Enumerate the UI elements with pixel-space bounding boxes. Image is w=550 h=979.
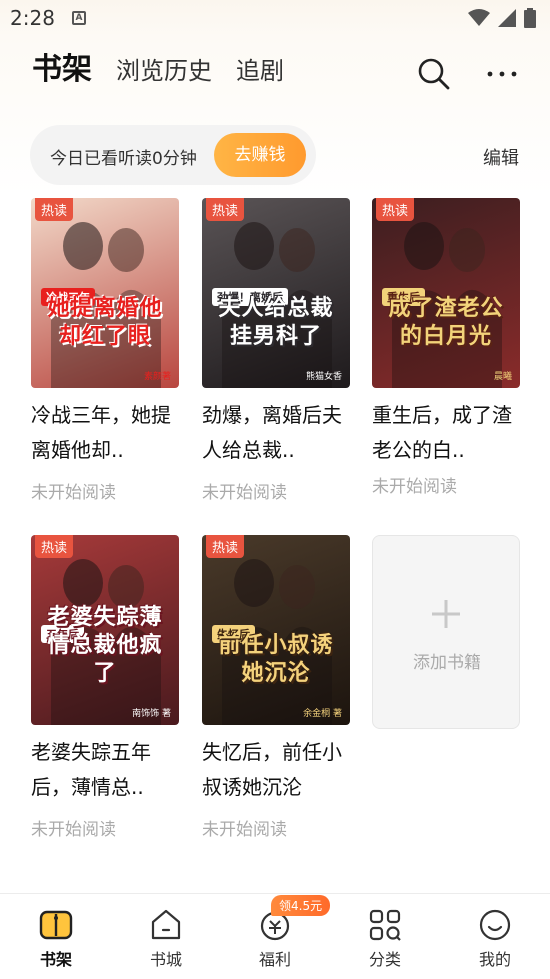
reading-status: 未开始阅读 xyxy=(372,477,457,497)
profile-icon xyxy=(479,909,511,941)
bookshelf-icon xyxy=(39,910,73,940)
book-cover[interactable]: 热读 五年后 老婆失踪薄情总裁他疯了 南饰饰 著 xyxy=(31,535,179,725)
search-icon[interactable] xyxy=(416,56,452,92)
book-cover[interactable]: 热读 冷战三年 她提离婚他却红了眼 素颜著 xyxy=(31,198,179,388)
reading-status: 未开始阅读 xyxy=(202,483,287,503)
nav-category[interactable]: 分类 xyxy=(355,908,415,970)
more-icon[interactable] xyxy=(484,56,520,92)
book-title[interactable]: 老婆失踪五年后，薄情总.. xyxy=(31,735,181,807)
notification-icon: A xyxy=(72,11,86,25)
nav-bookshelf[interactable]: 书架 xyxy=(26,908,86,970)
hot-badge: 热读 xyxy=(206,198,245,221)
add-book-button[interactable]: 添加书籍 xyxy=(372,535,520,729)
nav-label-bookshelf: 书架 xyxy=(39,950,72,969)
status-time: 2:28 xyxy=(10,6,55,30)
book-title[interactable]: 冷战三年，她提离婚他却.. xyxy=(31,398,181,470)
bookstore-icon xyxy=(151,909,181,940)
nav-label-bookstore: 书城 xyxy=(149,950,182,969)
reading-status: 未开始阅读 xyxy=(202,820,287,840)
reading-time-text: 今日已看听读0分钟 xyxy=(50,149,197,169)
reading-time-bar: 今日已看听读0分钟 去赚钱 xyxy=(30,125,316,185)
cover-author: 余金桐 著 xyxy=(303,709,342,719)
status-bar: 2:28 A xyxy=(0,0,550,36)
reading-status: 未开始阅读 xyxy=(31,483,116,503)
wifi-icon xyxy=(468,9,490,26)
hot-badge: 热读 xyxy=(35,198,74,221)
plus-icon xyxy=(432,600,460,628)
header-tabs: 书架 浏览历史 追剧 xyxy=(32,44,308,88)
edit-button[interactable]: 编辑 xyxy=(483,144,519,170)
nav-label-category: 分类 xyxy=(368,950,401,969)
cover-title: 前任小叔诱她沉沦 xyxy=(218,632,334,686)
tab-drama[interactable]: 追剧 xyxy=(236,51,284,86)
cover-title: 老婆失踪薄情总裁他疯了 xyxy=(47,604,163,686)
reading-status: 未开始阅读 xyxy=(31,820,116,840)
tab-bookshelf[interactable]: 书架 xyxy=(32,44,92,88)
nav-bookstore[interactable]: 书城 xyxy=(136,908,196,970)
tab-history[interactable]: 浏览历史 xyxy=(116,51,212,86)
earn-money-button[interactable]: 去赚钱 xyxy=(214,133,306,177)
book-cover[interactable]: 热读 失忆后 前任小叔诱她沉沦 余金桐 著 xyxy=(202,535,350,725)
battery-icon xyxy=(524,8,536,28)
hot-badge: 热读 xyxy=(376,198,415,221)
book-cover[interactable]: 热读 重生后 成了渣老公的白月光 晨曦 xyxy=(372,198,520,388)
nav-welfare[interactable]: 福利 xyxy=(245,908,305,970)
cover-author: 熊猫女香 xyxy=(305,372,342,382)
cover-title: 夫人给总裁挂男科了 xyxy=(218,295,334,349)
book-title[interactable]: 劲爆，离婚后夫人给总裁.. xyxy=(202,398,352,470)
signal-icon xyxy=(498,9,516,27)
cover-author: 素颜著 xyxy=(143,372,171,382)
book-title[interactable]: 重生后，成了渣老公的白.. xyxy=(372,398,522,470)
cover-author: 南饰饰 著 xyxy=(132,709,171,719)
status-indicators xyxy=(468,8,536,28)
cover-title: 她提离婚他却红了眼 xyxy=(47,295,163,349)
cover-title: 成了渣老公的白月光 xyxy=(388,295,504,349)
hot-badge: 热读 xyxy=(206,535,245,558)
category-icon xyxy=(369,909,401,941)
nav-profile[interactable]: 我的 xyxy=(465,908,525,970)
book-cover[interactable]: 热读 劲爆！离婚后 夫人给总裁挂男科了 熊猫女香 xyxy=(202,198,350,388)
welfare-reward-badge[interactable]: 领4.5元 xyxy=(271,895,331,916)
nav-label-profile: 我的 xyxy=(478,950,511,969)
cover-author: 晨曦 xyxy=(493,372,512,382)
book-title[interactable]: 失忆后，前任小叔诱她沉沦 xyxy=(202,735,352,807)
add-book-label: 添加书籍 xyxy=(413,653,481,673)
hot-badge: 热读 xyxy=(35,535,74,558)
nav-label-welfare: 福利 xyxy=(258,950,291,969)
